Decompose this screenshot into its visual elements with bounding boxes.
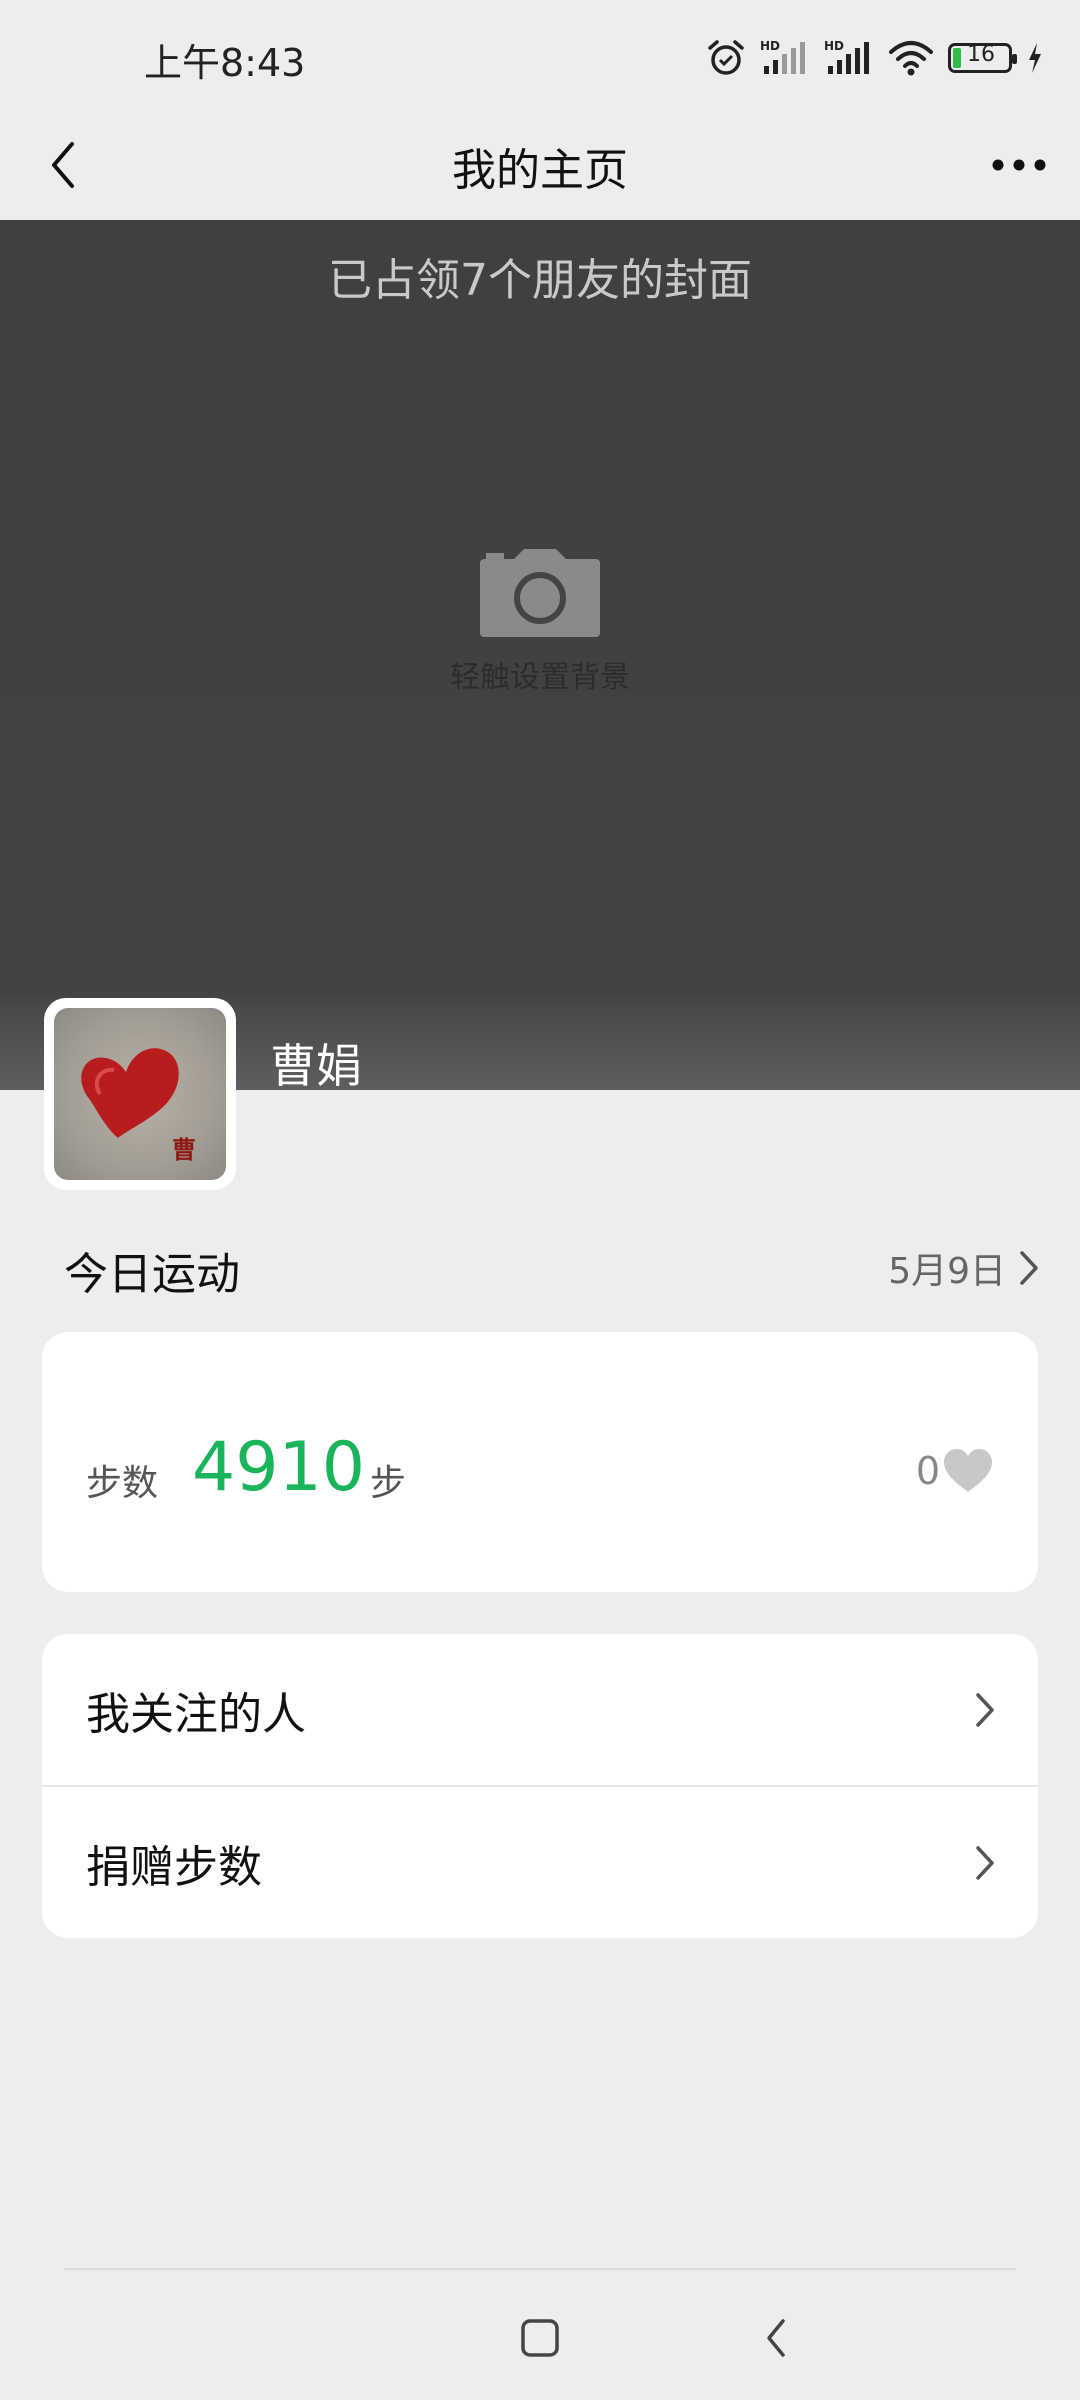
square-icon <box>521 2319 559 2357</box>
menu-item-chevron <box>974 1844 996 1882</box>
page-title: 我的主页 <box>452 145 628 196</box>
avatar-mark: 曹 <box>172 1135 196 1164</box>
nav-bar: 我的主页 <box>0 110 1080 220</box>
more-button[interactable] <box>984 132 1054 198</box>
menu-item-chevron <box>974 1691 996 1729</box>
steps-label: 步数 <box>86 1463 159 1504</box>
set-background-button[interactable] <box>470 538 610 648</box>
like-button[interactable]: 0 <box>916 1448 994 1494</box>
steps-unit: 步 <box>370 1463 407 1504</box>
signal-icon-2: HD <box>824 39 869 74</box>
heart-icon <box>944 1449 992 1492</box>
status-bar: 上午8:43 HD HD 16 <box>0 0 1080 110</box>
likes-count: 0 <box>915 1449 940 1493</box>
screen: 上午8:43 HD HD 16 我的主页 已占领7个朋友的封面 轻触设置背景 曹… <box>0 0 1080 2400</box>
signal-label-2: HD <box>824 39 844 53</box>
date-text: 5月9日 <box>888 1251 1006 1292</box>
status-icons: HD HD 16 <box>706 36 1044 80</box>
avatar[interactable]: 曹 <box>44 998 236 1190</box>
system-back-button[interactable] <box>750 2310 802 2366</box>
alarm-icon <box>708 40 744 75</box>
chevron-right-icon <box>976 1845 994 1880</box>
battery-icon: 16 <box>948 42 1017 73</box>
steps-value: 4910 <box>192 1428 366 1507</box>
chevron-right-icon <box>1020 1251 1038 1285</box>
today-title: 今日运动 <box>64 1249 240 1300</box>
more-dots-icon <box>992 159 1046 171</box>
status-time: 上午8:43 <box>144 41 306 85</box>
menu-item-label: 捐赠步数 <box>86 1841 262 1893</box>
user-name: 曹娟 <box>270 1039 362 1093</box>
battery-level: 16 <box>967 42 995 67</box>
heart-avatar-icon: 曹 <box>81 1048 196 1164</box>
signal-icon-1: HD <box>760 39 805 74</box>
menu-item-label: 我关注的人 <box>86 1688 306 1740</box>
menu-item-following[interactable]: 我关注的人 <box>42 1634 1038 1785</box>
wifi-icon <box>889 41 933 76</box>
cover-area[interactable]: 已占领7个朋友的封面 轻触设置背景 <box>0 220 1080 1090</box>
system-nav-divider <box>64 2268 1016 2270</box>
menu-card: 我关注的人 捐赠步数 <box>42 1634 1038 1938</box>
battery-fill <box>953 48 961 68</box>
steps-card[interactable]: 步数 4910 步 0 <box>42 1332 1038 1592</box>
cover-hint: 轻触设置背景 <box>450 660 630 695</box>
cover-caption: 已占领7个朋友的封面 <box>328 255 752 306</box>
battery-cap <box>1012 54 1017 64</box>
signal-label-1: HD <box>760 39 780 53</box>
chevron-right-icon <box>976 1692 994 1727</box>
system-home-button[interactable] <box>514 2312 566 2364</box>
date-link[interactable]: 5月9日 <box>888 1242 1040 1294</box>
camera-icon <box>480 549 600 637</box>
menu-item-donate-steps[interactable]: 捐赠步数 <box>42 1785 1038 1938</box>
avatar-image: 曹 <box>54 1008 226 1180</box>
chevron-left-icon <box>767 2319 785 2357</box>
charging-icon <box>1029 43 1041 73</box>
